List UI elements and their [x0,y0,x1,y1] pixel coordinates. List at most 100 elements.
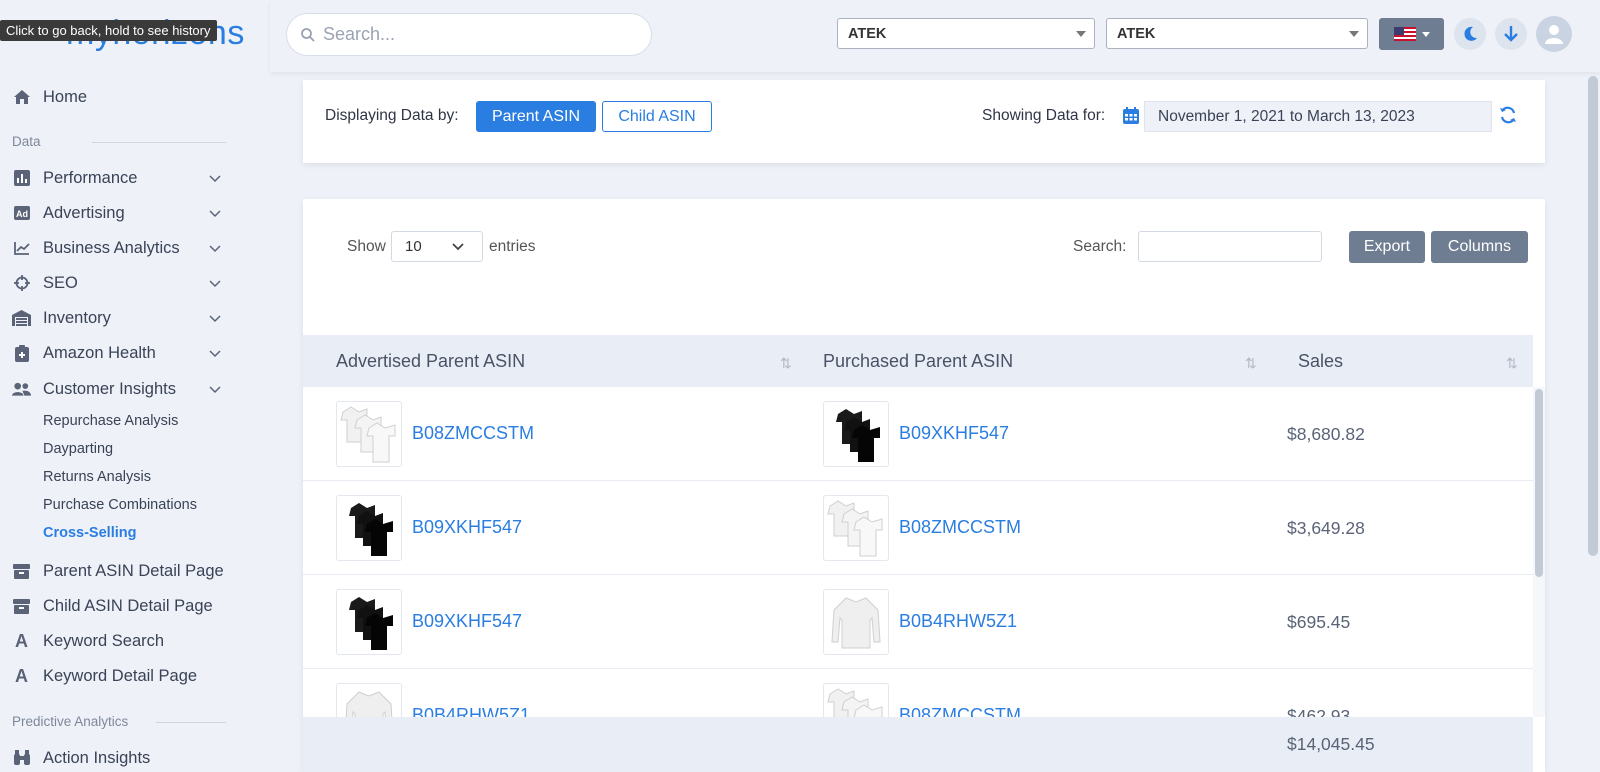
home-icon [12,88,31,107]
sidebar-subitem-dayparting[interactable]: Dayparting [43,441,113,457]
dark-mode-toggle[interactable] [1454,18,1486,50]
advertised-asin-link[interactable]: B09XKHF547 [412,611,522,632]
sort-icon[interactable]: ⇅ [780,355,800,371]
table-scrollbar-thumb[interactable] [1535,389,1543,577]
arrow-down-icon [1504,26,1518,42]
account-select[interactable]: ATEK [837,18,1095,49]
chevron-down-icon [209,350,221,358]
ad-icon: Ad [12,204,31,223]
sidebar-item-label: Child ASIN Detail Page [43,596,213,615]
section-label-predictive: Predictive Analytics [12,714,129,729]
sidebar-item-child-asin-detail[interactable]: Child ASIN Detail Page [12,591,226,621]
page-scrollbar[interactable] [1588,76,1598,556]
date-range-field[interactable]: November 1, 2021 to March 13, 2023 [1144,101,1492,132]
svg-text:Ad: Ad [16,209,28,219]
marketplace-flag-button[interactable] [1379,18,1444,50]
clipboard-icon [12,344,31,363]
black-tshirt-pack-image [349,597,393,650]
moon-icon [1464,26,1477,41]
column-header-purchased[interactable]: Purchased Parent ASIN [823,351,1013,372]
sidebar-subitem-repurchase-analysis[interactable]: Repurchase Analysis [43,413,178,429]
column-header-advertised[interactable]: Advertised Parent ASIN [336,351,525,372]
columns-button[interactable]: Columns [1431,231,1528,263]
entries-label: entries [489,238,536,255]
avatar[interactable] [1536,16,1572,52]
crosshair-icon [12,274,31,293]
sidebar-item-home[interactable]: Home [12,82,226,112]
advertised-asin-link[interactable]: B09XKHF547 [412,517,522,538]
chevron-down-icon [209,175,221,183]
black-tshirt-pack-image [836,409,880,462]
chevron-down-icon [209,210,221,218]
sidebar-item-advertising[interactable]: Ad Advertising [12,198,226,228]
sidebar-item-label: Performance [43,168,138,187]
global-search-input[interactable]: Search... [286,13,652,56]
sidebar-item-label: Home [43,87,88,106]
sidebar-item-customer-insights[interactable]: Customer Insights [12,374,226,404]
sales-value: $3,649.28 [1287,518,1365,538]
search-icon [301,27,315,42]
product-thumbnail[interactable] [336,589,402,655]
sidebar-item-label: Parent ASIN Detail Page [43,561,224,580]
entries-select[interactable]: 10 [391,231,483,262]
sidebar-subitem-cross-selling[interactable]: Cross-Selling [43,525,136,541]
product-thumbnail[interactable] [823,495,889,561]
line-chart-icon [12,239,31,258]
sidebar-item-label: Business Analytics [43,238,180,257]
sidebar-item-seo[interactable]: SEO [12,268,226,298]
table-search-input[interactable] [1138,231,1322,262]
sidebar-item-action-insights[interactable]: Action Insights [12,743,226,772]
parent-asin-button[interactable]: Parent ASIN [476,101,596,132]
entries-value: 10 [405,238,422,255]
sidebar-item-keyword-detail[interactable]: A Keyword Detail Page [12,661,226,691]
white-longsleeve-image [831,597,881,649]
calendar-icon[interactable] [1123,107,1139,124]
table-row: B09XKHF547 B0B4RHW5Z1 $695.45 [303,575,1533,669]
sales-value: $8,680.82 [1287,424,1365,444]
product-thumbnail[interactable] [336,401,402,467]
users-icon [12,380,31,399]
export-button[interactable]: Export [1349,231,1425,263]
table-footer: $14,045.45 [303,717,1533,772]
child-asin-button[interactable]: Child ASIN [602,101,712,132]
sidebar-item-label: Action Insights [43,748,151,767]
product-thumbnail[interactable] [336,495,402,561]
sidebar-item-parent-asin-detail[interactable]: Parent ASIN Detail Page [12,556,226,586]
sidebar-subitem-purchase-combinations[interactable]: Purchase Combinations [43,497,197,513]
caret-down-icon [1421,31,1430,37]
sidebar-item-keyword-search[interactable]: A Keyword Search [12,626,226,656]
caret-down-icon [1076,31,1086,37]
search-placeholder: Search... [323,24,396,44]
table-header: Advertised Parent ASIN ⇅ Purchased Paren… [303,335,1533,387]
binoculars-icon [12,749,31,768]
download-button[interactable] [1495,18,1527,50]
purchased-asin-link[interactable]: B0B4RHW5Z1 [899,611,1017,632]
sidebar-item-performance[interactable]: Performance [12,163,226,193]
bar-chart-icon [12,169,31,188]
caret-down-icon [1349,31,1359,37]
show-label: Show [347,238,386,255]
sidebar-item-business-analytics[interactable]: Business Analytics [12,233,226,263]
refresh-icon[interactable] [1499,106,1517,124]
white-tshirt-pack-image [340,406,396,463]
chevron-down-icon [209,280,221,288]
purchased-asin-link[interactable]: B09XKHF547 [899,423,1009,444]
divider [92,142,226,143]
advertised-asin-link[interactable]: B08ZMCCSTM [412,423,534,444]
column-header-sales[interactable]: Sales [1298,351,1343,372]
product-thumbnail[interactable] [823,401,889,467]
sales-value: $695.45 [1287,612,1351,632]
sidebar-item-label: SEO [43,273,78,292]
sidebar: myhorizons Home Data Performance Ad Adve… [0,0,270,772]
sidebar-item-amazon-health[interactable]: Amazon Health [12,338,226,368]
warehouse-icon [12,309,31,328]
sort-icon[interactable]: ⇅ [1506,355,1526,371]
product-thumbnail[interactable] [823,589,889,655]
font-icon: A [15,665,28,686]
sidebar-item-inventory[interactable]: Inventory [12,303,226,333]
purchased-asin-link[interactable]: B08ZMCCSTM [899,517,1021,538]
brand-select[interactable]: ATEK [1106,18,1368,49]
sort-icon[interactable]: ⇅ [1245,355,1265,371]
filter-card: Displaying Data by: Parent ASIN Child AS… [303,80,1545,163]
sidebar-subitem-returns-analysis[interactable]: Returns Analysis [43,469,151,485]
